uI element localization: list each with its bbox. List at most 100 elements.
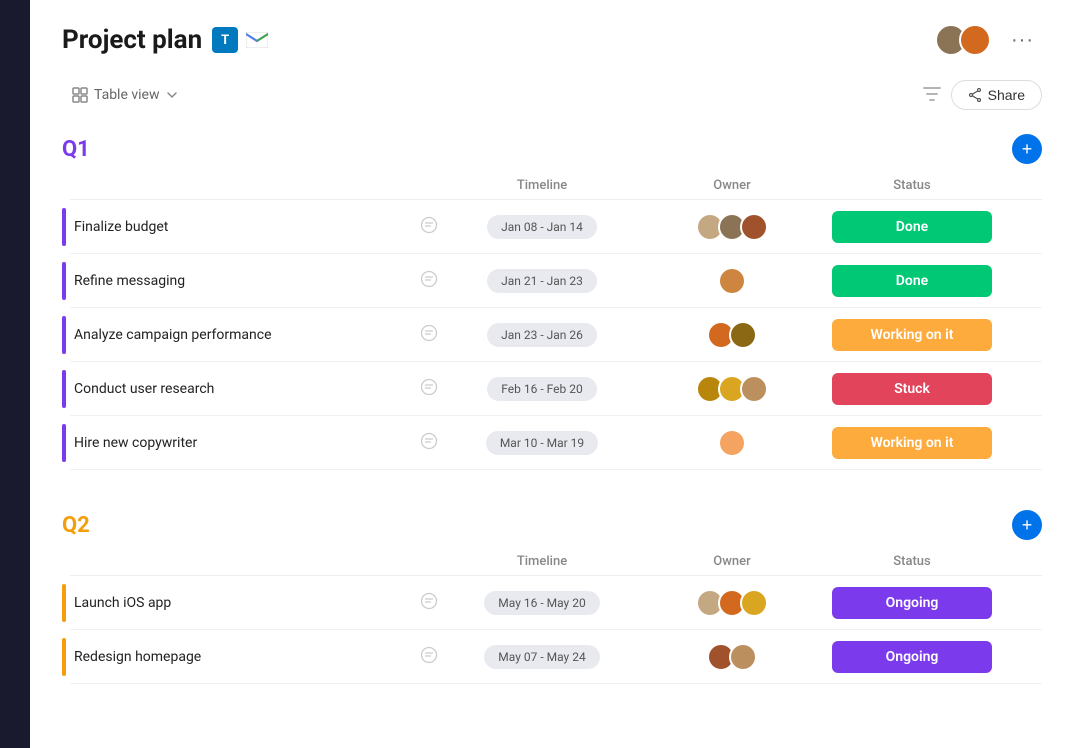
avatar <box>959 24 991 56</box>
task-name: Conduct user research <box>74 381 214 397</box>
owner-avatar <box>718 267 746 295</box>
section-bar <box>62 584 66 622</box>
section-bar <box>62 424 66 462</box>
timeline-cell: Jan 23 - Jan 26 <box>442 323 642 347</box>
comment-icon[interactable] <box>420 324 438 346</box>
section-bar <box>62 262 66 300</box>
table-row: Redesign homepage May 07 - May 24 Ongoin… <box>70 630 1042 684</box>
status-badge[interactable]: Done <box>832 265 992 297</box>
view-label: Table view <box>94 87 160 103</box>
comment-icon[interactable] <box>420 646 438 668</box>
header-icons: T <box>212 27 270 53</box>
task-name-cell: Redesign homepage <box>70 638 442 676</box>
owner-cell <box>642 321 822 349</box>
owner-col-header: Owner <box>642 554 822 569</box>
status-badge[interactable]: Working on it <box>832 427 992 459</box>
table-row: Refine messaging Jan 21 - Jan 23 Done <box>70 254 1042 308</box>
owner-avatar <box>718 429 746 457</box>
q1-section: Q1 + Timeline Owner Status Finalize budg… <box>62 134 1042 470</box>
status-cell: Done <box>822 265 1002 297</box>
more-options-button[interactable]: ··· <box>1003 25 1042 56</box>
timeline-cell: Jan 08 - Jan 14 <box>442 215 642 239</box>
q1-add-button[interactable]: + <box>1012 134 1042 164</box>
owner-cell <box>642 429 822 457</box>
page-title: Project plan <box>62 25 202 55</box>
table-row: Analyze campaign performance Jan 23 - Ja… <box>70 308 1042 362</box>
owner-avatar <box>729 643 757 671</box>
timeline-cell: Jan 21 - Jan 23 <box>442 269 642 293</box>
trello-icon[interactable]: T <box>212 27 238 53</box>
q2-title: Q2 <box>62 513 90 538</box>
status-cell: Ongoing <box>822 587 1002 619</box>
status-badge[interactable]: Ongoing <box>832 587 992 619</box>
q2-col-headers: Timeline Owner Status <box>70 548 1042 576</box>
owner-avatars <box>696 213 768 241</box>
table-row: Finalize budget Jan 08 - Jan 14 Done <box>70 200 1042 254</box>
chevron-down-icon <box>166 89 178 101</box>
owner-avatar <box>740 213 768 241</box>
timeline-col-header: Timeline <box>442 178 642 193</box>
toolbar-right: Share <box>923 80 1042 110</box>
section-bar <box>62 638 66 676</box>
main-content: Project plan T ··· <box>30 0 1074 748</box>
q2-add-button[interactable]: + <box>1012 510 1042 540</box>
timeline-badge: May 16 - May 20 <box>484 591 599 615</box>
owner-avatars <box>718 429 746 457</box>
section-bar <box>62 370 66 408</box>
header-right: ··· <box>935 24 1042 56</box>
share-button[interactable]: Share <box>951 80 1042 110</box>
status-cell: Working on it <box>822 319 1002 351</box>
owner-avatar <box>740 589 768 617</box>
task-col-header <box>70 554 442 569</box>
q2-header-row: Q2 + <box>62 510 1042 540</box>
owner-avatars <box>707 321 757 349</box>
section-bar <box>62 316 66 354</box>
status-col-header: Status <box>822 554 1002 569</box>
collaborator-avatars <box>935 24 991 56</box>
task-name-cell: Refine messaging <box>70 262 442 300</box>
timeline-col-header: Timeline <box>442 554 642 569</box>
header-left: Project plan T <box>62 25 270 55</box>
table-row: Launch iOS app May 16 - May 20 Ongoing <box>70 576 1042 630</box>
owner-avatars <box>696 589 768 617</box>
page-header: Project plan T ··· <box>62 24 1042 56</box>
comment-icon[interactable] <box>420 270 438 292</box>
owner-cell <box>642 589 822 617</box>
share-label: Share <box>988 87 1025 103</box>
gmail-icon[interactable] <box>244 27 270 53</box>
comment-icon[interactable] <box>420 378 438 400</box>
status-badge[interactable]: Working on it <box>832 319 992 351</box>
task-name-cell: Conduct user research <box>70 370 442 408</box>
timeline-badge: Feb 16 - Feb 20 <box>487 377 596 401</box>
table-row: Conduct user research Feb 16 - Feb 20 St… <box>70 362 1042 416</box>
section-bar <box>62 208 66 246</box>
task-name: Analyze campaign performance <box>74 327 272 343</box>
status-badge[interactable]: Stuck <box>832 373 992 405</box>
table-view-icon <box>72 87 88 103</box>
status-cell: Working on it <box>822 427 1002 459</box>
view-selector[interactable]: Table view <box>62 81 188 109</box>
timeline-cell: May 16 - May 20 <box>442 591 642 615</box>
task-name: Launch iOS app <box>74 595 171 611</box>
task-name: Finalize budget <box>74 219 168 235</box>
timeline-cell: Feb 16 - Feb 20 <box>442 377 642 401</box>
status-col-header: Status <box>822 178 1002 193</box>
owner-avatar <box>729 321 757 349</box>
q2-actions: + <box>1012 510 1042 540</box>
owner-avatar <box>740 375 768 403</box>
q1-col-headers: Timeline Owner Status <box>70 172 1042 200</box>
comment-icon[interactable] <box>420 432 438 454</box>
task-name-cell: Hire new copywriter <box>70 424 442 462</box>
extra-col-header <box>1002 178 1042 193</box>
comment-icon[interactable] <box>420 216 438 238</box>
comment-icon[interactable] <box>420 592 438 614</box>
task-name-cell: Finalize budget <box>70 208 442 246</box>
extra-col-header <box>1002 554 1042 569</box>
q1-actions: + <box>1012 134 1042 164</box>
timeline-badge: Jan 08 - Jan 14 <box>487 215 597 239</box>
status-badge[interactable]: Done <box>832 211 992 243</box>
status-badge[interactable]: Ongoing <box>832 641 992 673</box>
owner-cell <box>642 375 822 403</box>
filter-icon[interactable] <box>923 86 941 105</box>
task-name-cell: Analyze campaign performance <box>70 316 442 354</box>
